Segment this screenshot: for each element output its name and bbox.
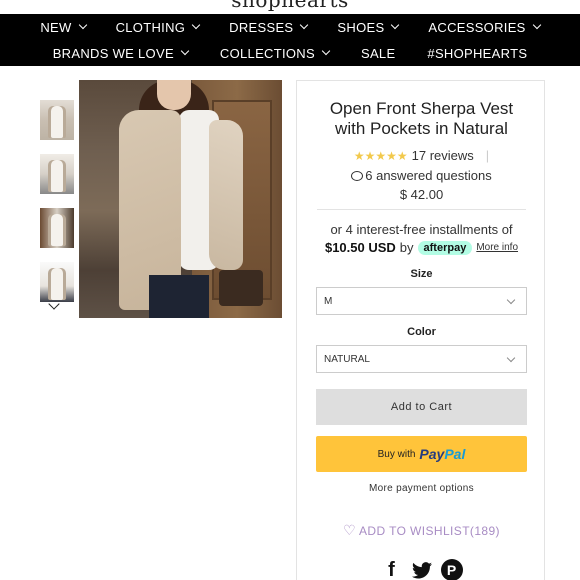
logo-text: shophearts — [231, 0, 349, 12]
product-title-line: Open Front Sherpa Vest — [329, 99, 514, 118]
color-selected-value: NATURAL — [324, 353, 370, 365]
answered-questions-link[interactable]: 6 answered questions — [297, 168, 546, 183]
nav-item-label: DRESSES — [229, 19, 294, 35]
size-selected-value: M — [324, 295, 333, 307]
twitter-icon[interactable] — [411, 559, 433, 580]
photo-model-jeans — [149, 275, 209, 318]
paypal-logo-pay: Pay — [419, 446, 445, 462]
paypal-button[interactable]: Buy with PayPal — [316, 436, 527, 472]
size-label: Size — [410, 268, 433, 280]
paypal-buy-with: Buy with — [377, 448, 416, 460]
thumbnail-gallery — [40, 100, 74, 316]
nav-item-shophearts[interactable]: #SHOPHEARTS — [427, 46, 527, 61]
heart-icon: ♡ — [343, 522, 357, 538]
product-rating[interactable]: ★★★★★ 17 reviews | — [297, 148, 546, 163]
thumbnail-figure — [51, 268, 63, 300]
product-thumbnail[interactable] — [40, 208, 74, 248]
nav-item-dresses[interactable]: DRESSES — [229, 19, 309, 35]
color-select[interactable]: NATURAL — [316, 345, 527, 373]
chevron-down-icon — [532, 20, 541, 30]
logo[interactable]: shophearts — [0, 0, 580, 14]
nav-item-label: SALE — [360, 45, 396, 61]
nav-item-clothing[interactable]: CLOTHING — [115, 19, 201, 35]
speech-bubble-icon — [351, 170, 364, 181]
thumbnail-figure — [51, 160, 63, 192]
product-title: Open Front Sherpa Vest with Pockets in N… — [297, 99, 546, 139]
paypal-logo-pal: Pal — [444, 446, 466, 462]
chevron-down-icon — [180, 46, 190, 56]
photo-bag — [219, 270, 263, 306]
add-to-wishlist-button[interactable]: ♡ ADD TO WISHLIST (189) — [297, 522, 546, 539]
product-info-panel: Open Front Sherpa Vest with Pockets in N… — [296, 80, 545, 580]
nav-item-label: NEW — [40, 19, 72, 35]
divider — [317, 209, 526, 210]
product-thumbnail[interactable] — [40, 262, 74, 302]
size-select[interactable]: M — [316, 287, 527, 315]
chevron-down-icon — [78, 20, 87, 30]
nav-item-label: SHOES — [337, 19, 385, 35]
nav-item-brands-we-love[interactable]: BRANDS WE LOVE — [52, 45, 190, 61]
installments-detail: $10.50 USD by afterpay More info — [297, 240, 546, 255]
nav-item-label: ACCESSORIES — [428, 19, 526, 35]
thumbnail-figure — [51, 106, 63, 138]
paypal-logo: PayPal — [419, 446, 465, 462]
nav-item-label: #SHOPHEARTS — [427, 45, 528, 61]
nav-item-label: COLLECTIONS — [219, 45, 315, 61]
nav-item-sale[interactable]: SALE — [361, 46, 395, 61]
reviews-link[interactable]: 17 reviews — [412, 148, 474, 163]
product-thumbnail[interactable] — [40, 154, 74, 194]
chevron-down-icon — [391, 20, 400, 30]
nav-item-collections[interactable]: COLLECTIONS — [219, 45, 331, 61]
nav-item-label: BRANDS WE LOVE — [52, 45, 174, 61]
wishlist-label: ADD TO WISHLIST — [359, 523, 470, 538]
main-product-image[interactable] — [79, 80, 282, 318]
nav-row-primary: NEW CLOTHING DRESSES SHOES ACCESSORIES — [0, 14, 580, 40]
divider: | — [485, 148, 490, 163]
nav-row-secondary: BRANDS WE LOVE COLLECTIONS SALE #SHOPHEA… — [0, 40, 580, 66]
chevron-down-icon — [300, 20, 309, 30]
product-thumbnail[interactable] — [40, 100, 74, 140]
installment-amount: $10.50 USD — [324, 240, 396, 255]
nav-item-label: CLOTHING — [115, 19, 186, 35]
star-rating-icon: ★★★★★ — [353, 148, 408, 163]
facebook-icon[interactable]: f — [381, 559, 403, 580]
nav-item-accessories[interactable]: ACCESSORIES — [428, 19, 541, 35]
main-navigation: NEW CLOTHING DRESSES SHOES ACCESSORIES B… — [0, 14, 580, 66]
nav-item-new[interactable]: NEW — [40, 19, 87, 35]
chevron-down-icon — [321, 46, 331, 56]
more-payment-options-link[interactable]: More payment options — [297, 483, 546, 494]
nav-item-shoes[interactable]: SHOES — [337, 19, 400, 35]
more-info-link[interactable]: More info — [476, 242, 518, 253]
product-price: $ 42.00 — [399, 187, 444, 202]
installment-by: by — [399, 240, 414, 255]
twitter-bird-shape — [411, 561, 432, 578]
wishlist-count: (189) — [469, 523, 500, 538]
pinterest-icon[interactable]: P — [440, 559, 463, 580]
color-label: Color — [407, 326, 436, 338]
questions-label: 6 answered questions — [365, 168, 492, 183]
afterpay-logo: afterpay — [417, 240, 473, 255]
chevron-down-icon — [506, 353, 516, 363]
chevron-down-icon — [191, 20, 201, 30]
social-share: f P — [297, 559, 546, 580]
installments-text: or 4 interest-free installments of — [330, 222, 513, 237]
photo-model-face — [157, 80, 191, 110]
chevron-down-icon — [506, 295, 516, 305]
product-title-line: with Pockets in Natural — [335, 119, 508, 138]
thumbnail-figure — [51, 214, 63, 246]
add-to-cart-button[interactable]: Add to Cart — [316, 389, 527, 425]
photo-vest-right — [209, 120, 243, 270]
